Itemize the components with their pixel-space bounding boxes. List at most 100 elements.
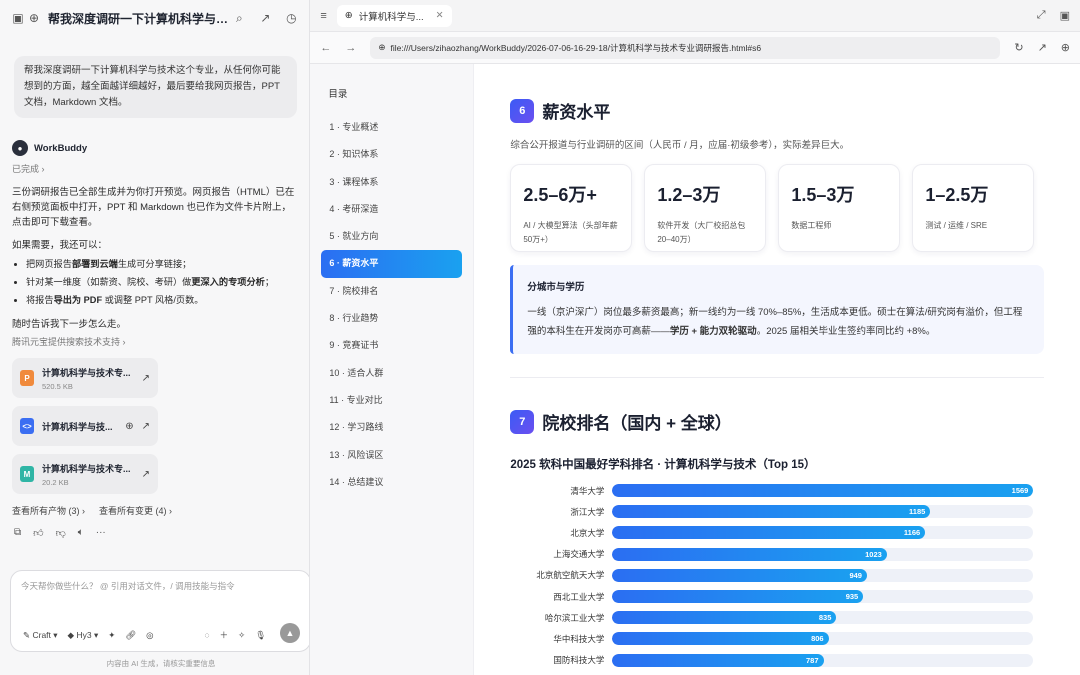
list-item: 把网页报告部署到云端生成可分享链接；	[26, 255, 309, 273]
bar-track: 835	[612, 611, 1034, 625]
page-content: 目录 1 · 专业概述 2 · 知识体系 3 · 课程体系 4 · 考研深造 5 · 就…	[310, 64, 1080, 675]
toc-item[interactable]: 6 · 薪资水平	[321, 250, 463, 278]
section-number: 6	[510, 98, 535, 123]
toc-item[interactable]: 8 · 行业趋势	[321, 305, 462, 332]
toc-item[interactable]: 14 · 总结建议	[321, 469, 462, 496]
globe-icon[interactable]: ⊕	[125, 421, 133, 432]
file-card-ppt[interactable]: P 计算机科学与技术专... 520.5 KB ↗	[12, 358, 158, 398]
search-source-link[interactable]: 腾讯元宝提供搜索技术支持 ›	[12, 335, 309, 348]
view-all-changes-link[interactable]: 查看所有变更 (4) ›	[99, 504, 172, 517]
toc-item[interactable]: 4 · 考研深造	[321, 196, 462, 223]
bar-value-label: 1166	[903, 528, 921, 538]
mic-icon[interactable]: 🎙︎	[255, 630, 266, 641]
file-name: 计算机科学与技术专...	[42, 463, 131, 474]
url-text: file:///Users/zihaozhang/WorkBuddy/2026-…	[390, 42, 762, 53]
bar-row: 北京大学 1166	[510, 522, 1044, 543]
link-icon[interactable]: 🔗︎	[125, 630, 136, 641]
bar-row: 西北工业大学 935	[510, 586, 1044, 607]
mode-select[interactable]: ✎ Craft ▾	[23, 630, 58, 641]
report-main: 6 薪资水平 综合公开报道与行业调研的区间（人民币 / 月，应届·初级参考），实…	[474, 64, 1080, 675]
section-title: 薪资水平	[542, 103, 611, 122]
open-arrow-icon[interactable]: ↗	[142, 373, 150, 384]
model-select[interactable]: ◆ Hy3 ▾	[68, 630, 99, 641]
user-message: 帮我深度调研一下计算机科学与技术这个专业，从任何你可能想到的方面，越全面越详细越…	[14, 56, 298, 118]
open-external-icon[interactable]: ↗	[1038, 41, 1047, 54]
toc-item[interactable]: 3 · 课程体系	[321, 169, 462, 196]
bar: 1185	[612, 505, 931, 519]
bar-track: 1166	[612, 526, 1034, 540]
toc-item[interactable]: 9 · 竞赛证书	[321, 332, 462, 359]
chat-header: ▣ ⊕ 帮我深度调研一下计算机科学与技术这... ⌕ ↗ ◷	[0, 0, 309, 36]
forward-icon[interactable]: →	[345, 42, 356, 54]
globe-icon[interactable]: ⊕	[1061, 41, 1070, 54]
file-card-html[interactable]: <> 计算机科学与技... ⊕ ↗	[12, 406, 158, 446]
bar-track: 1023	[612, 547, 1034, 561]
tab-report[interactable]: ⊕ 计算机科学与... ✕	[336, 4, 452, 27]
add-icon[interactable]: ＋	[220, 629, 229, 641]
toc-item[interactable]: 12 · 学习路线	[321, 414, 462, 441]
new-chat-icon[interactable]: ⊕	[26, 10, 42, 26]
thumbs-down-icon[interactable]: 👎︎	[56, 527, 66, 539]
bar-label: 北京航空航天大学	[536, 570, 605, 581]
more-icon[interactable]: ···	[96, 527, 106, 539]
toc-item[interactable]: 5 · 就业方向	[321, 223, 462, 250]
html-file-icon: <>	[20, 418, 34, 434]
bar-track: 1569	[612, 484, 1034, 498]
toc-item[interactable]: 13 · 风险误区	[321, 442, 462, 469]
section-number: 7	[510, 409, 535, 434]
history-icon[interactable]: ◷	[283, 10, 299, 26]
salary-card: 1.5–3万 数据工程师	[778, 164, 901, 252]
open-arrow-icon[interactable]: ↗	[142, 469, 150, 480]
sparkle-icon[interactable]: ✧	[238, 630, 245, 641]
chat-pane: ▣ ⊕ 帮我深度调研一下计算机科学与技术这... ⌕ ↗ ◷ 帮我深度调研一下计…	[0, 0, 311, 675]
markdown-file-icon: M	[20, 466, 34, 482]
bar-row: 浙江大学 1185	[510, 501, 1044, 522]
sidebar-toggle-icon[interactable]: ▣	[10, 10, 26, 26]
speaker-icon[interactable]: 🔈︎	[78, 527, 84, 539]
copy-icon[interactable]: ⧉	[14, 527, 21, 539]
check-icon[interactable]: ◎	[146, 630, 153, 641]
open-arrow-icon[interactable]: ↗	[142, 421, 150, 432]
menu-icon[interactable]: ≡	[320, 10, 326, 22]
toc-item[interactable]: 1 · 专业概述	[321, 114, 462, 141]
skill-icon[interactable]: ✦	[108, 630, 115, 641]
search-icon[interactable]: ⌕	[231, 10, 247, 26]
bar-track: 1185	[612, 505, 1034, 519]
status-completed[interactable]: 已完成 ›	[12, 162, 309, 175]
bar-label: 国防科技大学	[553, 655, 605, 666]
expand-icon[interactable]: ⤢	[1037, 9, 1046, 22]
reload-icon[interactable]: ↻	[1014, 41, 1023, 54]
bar-value-label: 835	[818, 613, 832, 623]
reply-bullets: 把网页报告部署到云端生成可分享链接； 针对某一维度（如薪资、院校、考研）做更深入…	[26, 255, 309, 309]
toc-item[interactable]: 10 · 适合人群	[321, 360, 462, 387]
ppt-file-icon: P	[20, 370, 34, 386]
file-card-markdown[interactable]: M 计算机科学与技术专... 20.2 KB ↗	[12, 454, 158, 494]
bar-value-label: 787	[805, 655, 819, 665]
send-button[interactable]: ▲	[280, 623, 300, 643]
bar-row: 哈尔滨工业大学 835	[510, 607, 1044, 628]
share-icon[interactable]: ↗	[257, 10, 273, 26]
section-divider	[510, 377, 1044, 378]
chart-title: 2025 软科中国最好学科排名 · 计算机科学与技术（Top 15）	[510, 459, 816, 471]
loading-icon: ◌	[204, 630, 210, 640]
input-placeholder: 今天帮你做些什么？ @ 引用对话文件，/ 调用技能与指令	[21, 581, 235, 591]
file-size: 520.5 KB	[42, 381, 73, 391]
view-all-outputs-link[interactable]: 查看所有产物 (3) ›	[12, 504, 85, 517]
toc-item[interactable]: 11 · 专业对比	[321, 387, 462, 414]
bar: 806	[612, 632, 829, 646]
section-title: 院校排名（国内 + 全球）	[542, 414, 732, 433]
back-icon[interactable]: ←	[320, 42, 331, 54]
message-actions: ⧉ 👍︎ 👎︎ 🔈︎ ···	[14, 527, 309, 539]
bar-row: 上海交通大学 1023	[510, 544, 1044, 565]
chat-input[interactable]: 今天帮你做些什么？ @ 引用对话文件，/ 调用技能与指令 ✎ Craft ▾ ◆…	[10, 570, 310, 652]
file-name: 计算机科学与技术专...	[42, 367, 131, 378]
toc-item[interactable]: 2 · 知识体系	[321, 141, 462, 168]
panel-toggle-icon[interactable]: ▣	[1060, 9, 1070, 22]
reply-paragraph-2: 如果需要，我还可以：	[12, 240, 108, 251]
url-field[interactable]: ⊕ file:///Users/zihaozhang/WorkBuddy/202…	[370, 36, 1001, 59]
bar-value-label: 1023	[865, 549, 882, 559]
tab-title: 计算机科学与...	[358, 11, 424, 23]
toc-item[interactable]: 7 · 院校排名	[321, 278, 462, 305]
close-icon[interactable]: ✕	[436, 10, 444, 21]
thumbs-up-icon[interactable]: 👍︎	[33, 527, 43, 539]
